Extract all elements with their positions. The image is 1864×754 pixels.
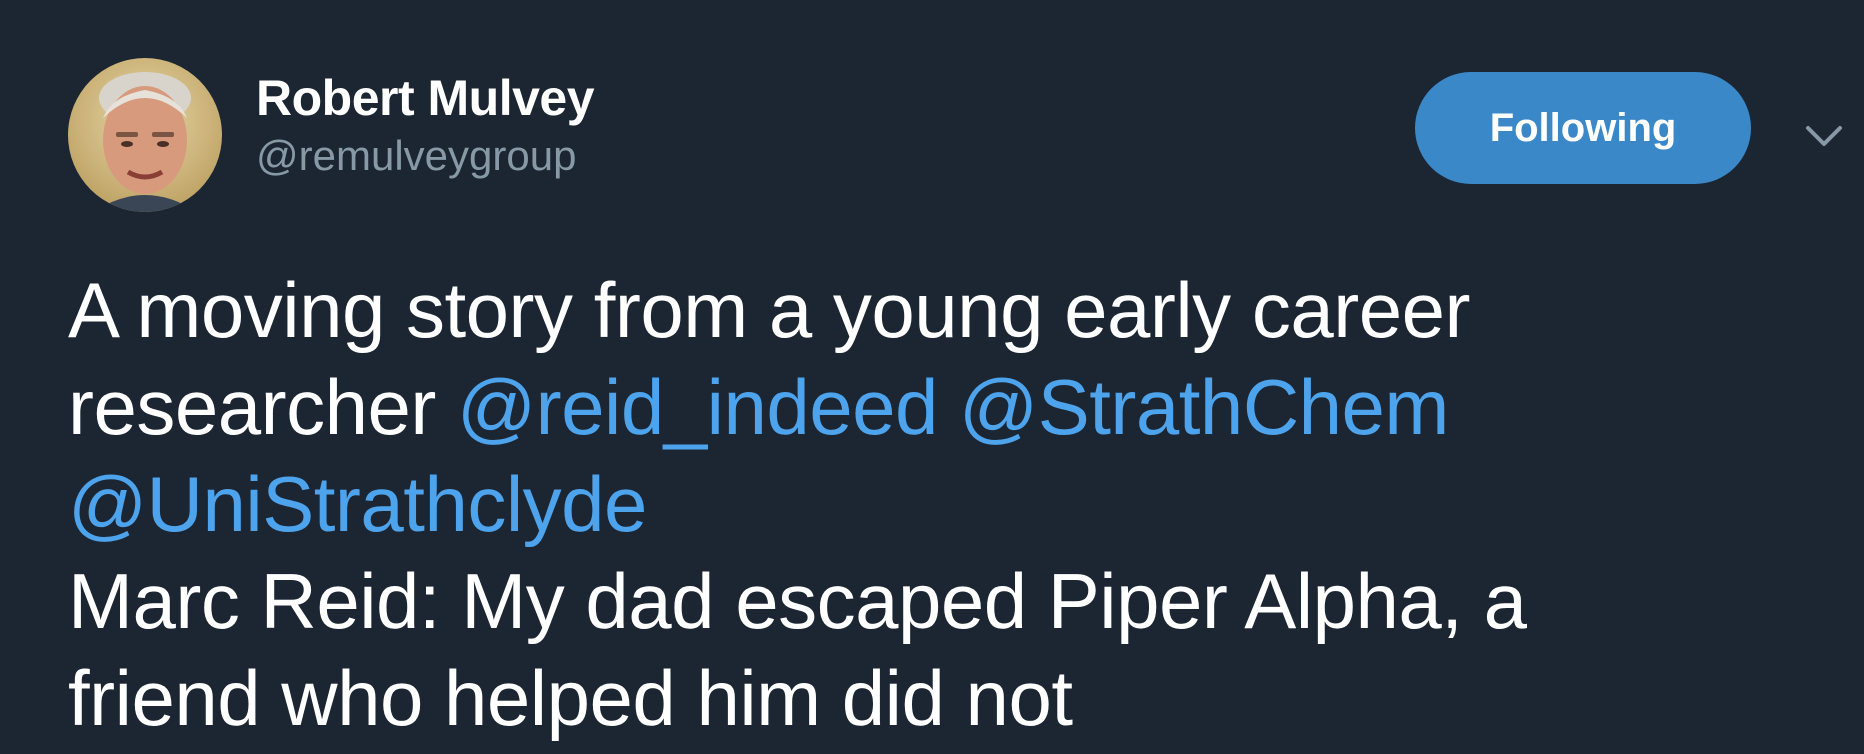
author-display-name[interactable]: Robert Mulvey <box>256 66 595 130</box>
tweet-text-fragment <box>938 363 959 451</box>
chevron-down-icon[interactable] <box>1800 112 1848 160</box>
tweet-line: researcher @reid_indeed @StrathChem <box>68 359 1828 456</box>
tweet-text-fragment: researcher <box>68 363 457 451</box>
tweet-line: friend who helped him did not <box>68 654 1073 742</box>
tweet-card: Robert Mulvey @remulveygroup Following A… <box>0 0 1864 754</box>
mention-link[interactable]: @StrathChem <box>959 363 1449 451</box>
author-handle[interactable]: @remulveygroup <box>256 128 594 184</box>
tweet-text: A moving story from a young early career… <box>68 262 1828 747</box>
mention-link[interactable]: @UniStrathclyde <box>68 460 647 548</box>
avatar[interactable] <box>68 58 222 212</box>
tweet-line: @UniStrathclyde <box>68 456 1828 553</box>
tweet-line: A moving story from a young early career <box>68 266 1470 354</box>
person-photo-avatar-icon <box>68 58 222 212</box>
author-block: Robert Mulvey @remulveygroup <box>256 66 595 184</box>
mention-link[interactable]: @reid_indeed <box>457 363 938 451</box>
following-button[interactable]: Following <box>1415 72 1751 184</box>
tweet-line: Marc Reid: My dad escaped Piper Alpha, a <box>68 557 1527 645</box>
